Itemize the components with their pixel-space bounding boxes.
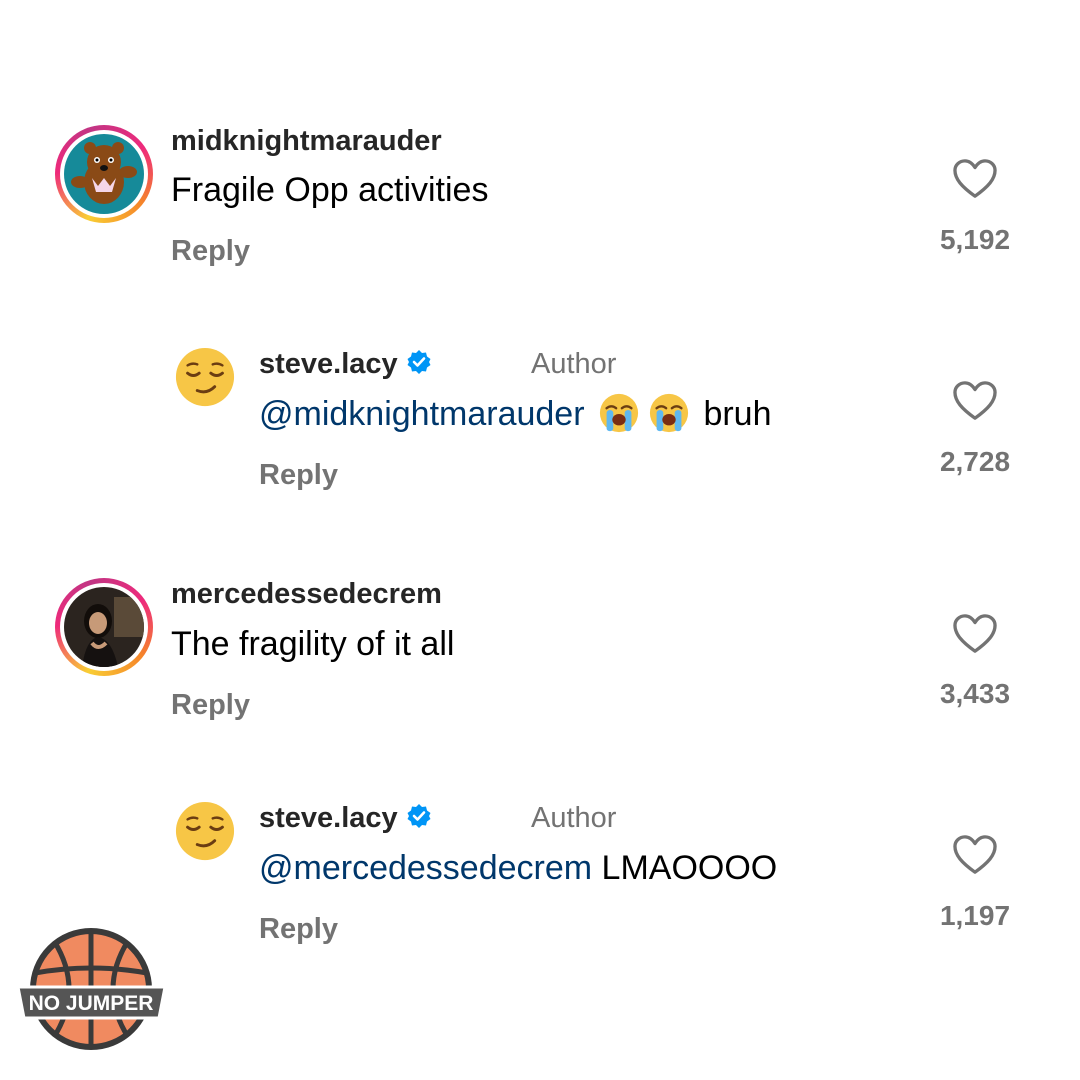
mention-link[interactable]: @mercedessedecrem: [259, 849, 592, 887]
like-count: 1,197: [939, 900, 1011, 931]
comment-text: The fragility of it all: [171, 625, 455, 663]
comment-text-suffix: LMAOOOO: [601, 849, 778, 887]
comment-text: @mercedessedecrem LMAOOOO: [259, 849, 777, 888]
comment-text-suffix: bruh: [703, 395, 772, 433]
loudly-crying-face-icon: [649, 393, 689, 433]
basketball-logo-icon: NO JUMPER: [16, 928, 167, 1050]
user-avatar[interactable]: [55, 125, 153, 223]
comment-username[interactable]: midknightmarauder: [171, 125, 442, 158]
reply-button[interactable]: Reply: [171, 689, 250, 722]
watermark-text: NO JUMPER: [29, 992, 154, 1015]
comment-text: @midknightmarauder bruh: [259, 393, 772, 437]
comment-text: Fragile Opp activities: [171, 171, 489, 209]
heart-icon[interactable]: [952, 613, 998, 655]
verified-badge-icon: [407, 804, 431, 829]
author-badge: Author: [531, 802, 617, 834]
relieved-face-avatar-icon[interactable]: [174, 800, 236, 862]
bear-avatar-icon: [64, 134, 144, 214]
reply-button[interactable]: Reply: [171, 235, 250, 268]
like-count: 5,192: [939, 224, 1011, 255]
verified-badge-icon: [407, 350, 431, 375]
comment-username[interactable]: steve.lacy: [259, 348, 432, 381]
username-text[interactable]: steve.lacy: [259, 802, 398, 834]
heart-icon[interactable]: [952, 380, 998, 422]
mention-link[interactable]: @midknightmarauder: [259, 395, 585, 433]
comment-username[interactable]: steve.lacy: [259, 802, 432, 835]
username-text[interactable]: steve.lacy: [259, 348, 398, 380]
comment-username[interactable]: mercedessedecrem: [171, 578, 442, 611]
loudly-crying-face-icon: [599, 393, 639, 433]
heart-icon[interactable]: [952, 158, 998, 200]
reply-button[interactable]: Reply: [259, 913, 338, 946]
user-avatar[interactable]: [55, 578, 153, 676]
reply-button[interactable]: Reply: [259, 459, 338, 492]
like-count: 3,433: [939, 678, 1011, 709]
photo-avatar-icon: [64, 587, 144, 667]
author-badge: Author: [531, 348, 617, 380]
heart-icon[interactable]: [952, 834, 998, 876]
relieved-face-avatar-icon[interactable]: [174, 346, 236, 408]
like-count: 2,728: [939, 446, 1011, 477]
